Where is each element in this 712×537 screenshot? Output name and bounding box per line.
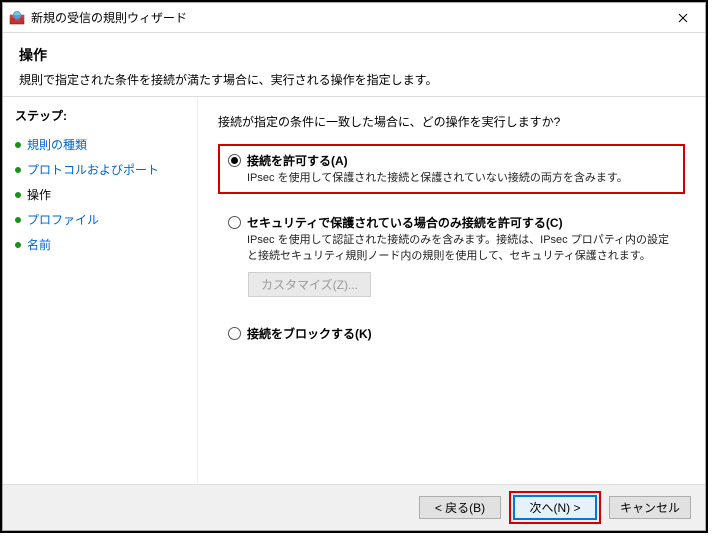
- sidebar-step-4[interactable]: 名前: [15, 232, 185, 257]
- option-allow-secure: セキュリティで保護されている場合のみ接続を許可する(C) IPsec を使用して認…: [218, 206, 685, 305]
- step-label: プロファイル: [27, 211, 99, 228]
- bullet-icon: [15, 217, 21, 223]
- window-title: 新規の受信の規則ウィザード: [31, 9, 660, 26]
- page-subtitle: 規則で指定された条件を接続が満たす場合に、実行される操作を指定します。: [19, 71, 689, 88]
- step-label: プロトコルおよびポート: [27, 161, 159, 178]
- sidebar-step-2[interactable]: 操作: [15, 182, 185, 207]
- content-area: 接続が指定の条件に一致した場合に、どの操作を実行しますか? 接続を許可する(A)…: [198, 97, 705, 484]
- next-button[interactable]: 次へ(N) >: [514, 496, 596, 519]
- sidebar-step-0[interactable]: 規則の種類: [15, 132, 185, 157]
- step-label: 操作: [27, 186, 51, 203]
- close-button[interactable]: [660, 3, 705, 32]
- page-title: 操作: [19, 45, 689, 65]
- sidebar-step-1[interactable]: プロトコルおよびポート: [15, 157, 185, 182]
- footer: < 戻る(B) 次へ(N) > キャンセル: [3, 484, 705, 530]
- bullet-icon: [15, 242, 21, 248]
- option-desc: IPsec を使用して認証された接続のみを含みます。接続は、IPsec プロパテ…: [247, 233, 675, 264]
- header: 操作 規則で指定された条件を接続が満たす場合に、実行される操作を指定します。: [3, 33, 705, 97]
- option-desc: IPsec を使用して保護された接続と保護されていない接続の両方を含みます。: [247, 171, 628, 186]
- next-button-highlight: 次へ(N) >: [509, 491, 601, 524]
- option-label: 接続をブロックする(K): [247, 325, 372, 342]
- firewall-icon: [9, 10, 25, 26]
- option-allow: 接続を許可する(A) IPsec を使用して保護された接続と保護されていない接続の…: [218, 144, 685, 194]
- radio-block[interactable]: [228, 327, 241, 340]
- titlebar: 新規の受信の規則ウィザード: [3, 3, 705, 33]
- sidebar-step-3[interactable]: プロファイル: [15, 207, 185, 232]
- radio-allow-secure[interactable]: [228, 216, 241, 229]
- bullet-icon: [15, 192, 21, 198]
- option-label: 接続を許可する(A): [247, 152, 628, 169]
- option-label: セキュリティで保護されている場合のみ接続を許可する(C): [247, 214, 675, 231]
- bullet-icon: [15, 142, 21, 148]
- prompt-text: 接続が指定の条件に一致した場合に、どの操作を実行しますか?: [218, 113, 685, 130]
- bullet-icon: [15, 167, 21, 173]
- radio-allow[interactable]: [228, 154, 241, 167]
- steps-heading: ステップ:: [15, 107, 185, 124]
- step-label: 名前: [27, 236, 51, 253]
- back-button[interactable]: < 戻る(B): [419, 496, 501, 519]
- customize-button: カスタマイズ(Z)...: [248, 272, 371, 297]
- cancel-button[interactable]: キャンセル: [609, 496, 691, 519]
- step-label: 規則の種類: [27, 136, 87, 153]
- option-block: 接続をブロックする(K): [218, 317, 685, 350]
- wizard-window: 新規の受信の規則ウィザード 操作 規則で指定された条件を接続が満たす場合に、実行…: [2, 2, 706, 531]
- sidebar: ステップ: 規則の種類プロトコルおよびポート操作プロファイル名前: [3, 97, 198, 484]
